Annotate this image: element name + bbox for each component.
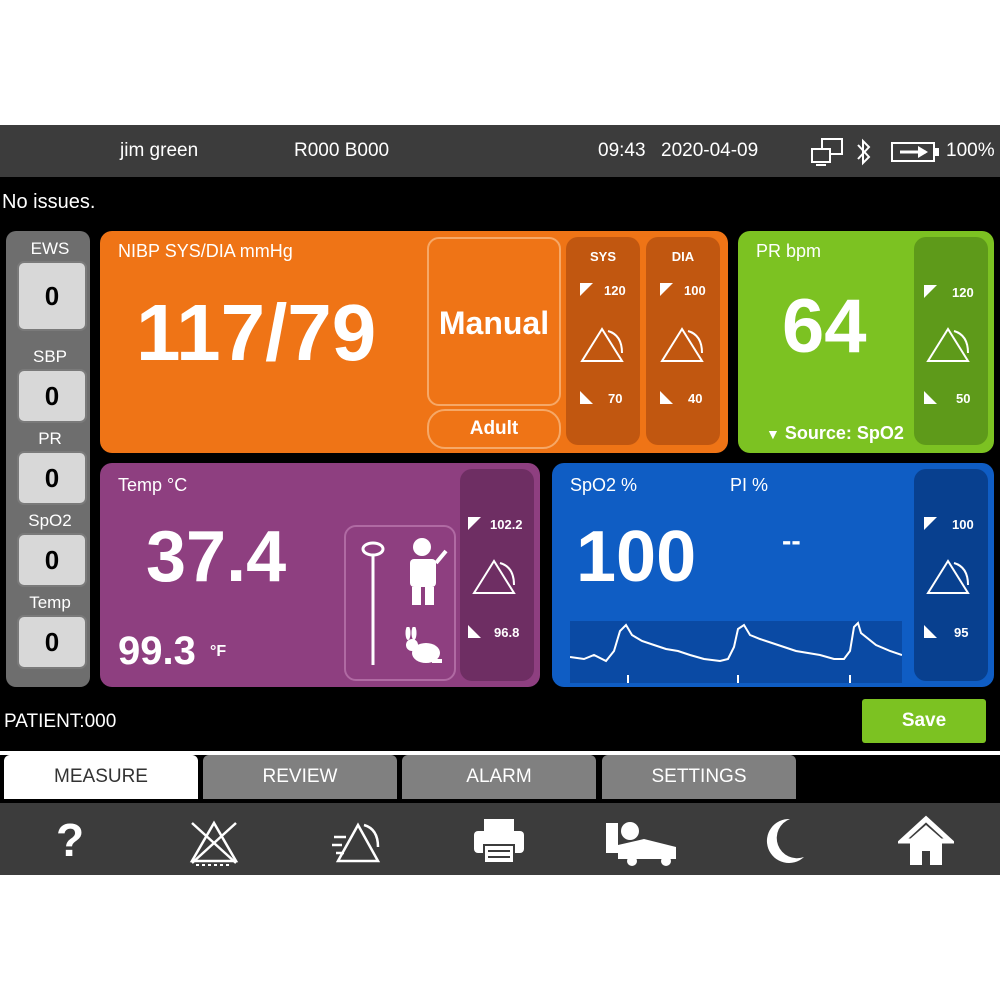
spo2-score-label: SpO2 [28,511,72,530]
nibp-value: 117/79 [136,288,377,377]
pr-score-label: PR [38,429,62,448]
low-limit-icon [580,391,593,404]
alarm-bell-icon [660,327,704,362]
dia-alarm-limits[interactable]: DIA 100 40 [646,237,720,445]
clock-date: 2020-04-09 [661,140,759,161]
night-mode-icon[interactable] [760,815,808,867]
temp-low-limit: 96.8 [494,625,520,640]
spo2-alarm-limits[interactable]: 100 95 [914,469,988,681]
low-limit-icon [468,625,481,638]
dropdown-arrow-icon: ▼ [766,426,780,442]
pr-source-selector[interactable]: ▼ Source: SpO2 [766,423,904,444]
spo2-label: SpO2 % [570,475,638,495]
sbp-score-box[interactable]: 0 [17,369,87,423]
low-limit-icon [924,625,937,638]
tab-measure[interactable]: MEASURE [4,755,198,799]
network-icon [811,138,843,166]
sbp-score-label: SBP [32,347,68,366]
spo2-score-box[interactable]: 0 [17,533,87,587]
ews-label: EWS [30,239,70,258]
pr-value: 64 [782,284,867,369]
pi-value: -- [782,525,801,556]
pi-label: PI % [730,475,769,495]
bluetooth-icon [857,138,871,166]
thermometer-probe-icon [361,541,385,665]
temp-panel[interactable]: Temp °C 37.4 99.3 °F 102.2 96.8 [100,463,540,687]
pr-source-label: Source: SpO2 [784,423,904,443]
help-icon[interactable]: ? [50,815,90,865]
high-limit-icon [468,517,481,530]
temp-alarm-limits[interactable]: 102.2 96.8 [460,469,534,681]
high-limit-icon [924,517,937,530]
temp-high-limit: 102.2 [490,517,523,532]
dia-limits-label: DIA [671,249,695,264]
patient-bed-icon[interactable] [604,815,680,867]
temp-fahrenheit-value: 99.3 [118,629,196,673]
pr-label: PR bpm [756,241,822,261]
pr-low-limit: 50 [956,391,971,406]
monitor-screen: jim green R000 B000 09:43 2020-04-09 100… [0,125,1000,875]
tab-review[interactable]: REVIEW [203,755,397,799]
pleth-waveform-area [569,621,903,683]
spo2-value: 100 [576,517,697,597]
high-limit-icon [580,283,593,296]
tab-alarm[interactable]: ALARM [402,755,596,799]
pleth-waveform [569,621,903,683]
patient-type-button[interactable]: Adult [427,409,561,449]
alarm-bell-icon [580,327,624,362]
alarm-pause-icon[interactable] [328,815,384,867]
spo2-low-limit: 95 [954,625,969,640]
low-limit-icon [660,391,673,404]
clock-time: 09:43 [598,140,646,161]
top-status-bar: jim green R000 B000 09:43 2020-04-09 100… [0,125,1000,177]
patient-id: PATIENT:000 [4,711,117,732]
quick-mode-rabbit-icon [405,627,442,663]
pr-high-limit: 120 [952,285,974,300]
user-name: jim green [120,140,199,161]
temp-mode-area[interactable] [344,525,456,681]
nibp-mode-label: Manual [438,305,550,341]
nibp-label: NIBP SYS/DIA mmHg [118,241,293,261]
ews-score-box[interactable]: 0 [17,261,87,331]
sys-limits-label: SYS [589,249,616,264]
pr-score-box[interactable]: 0 [17,451,87,505]
battery-icon [891,142,939,162]
nibp-panel[interactable]: NIBP SYS/DIA mmHg 117/79 Manual Adult SY… [100,231,728,453]
sys-alarm-limits[interactable]: SYS 120 70 [566,237,640,445]
sys-high-limit: 120 [604,283,626,298]
room-bed: R000 B000 [294,140,390,161]
high-limit-icon [924,285,937,298]
save-button[interactable]: Save [862,699,986,743]
ews-panel: EWS 0 SBP 0 PR 0 SpO2 0 Temp 0 [6,231,90,687]
status-message: No issues. [2,191,96,213]
home-icon[interactable] [898,815,954,867]
pr-panel[interactable]: PR bpm 64 ▼ Source: SpO2 120 50 [738,231,994,453]
fahrenheit-unit: °F [210,643,227,660]
spo2-panel[interactable]: SpO2 % PI % 100 -- 100 95 [552,463,994,687]
high-limit-icon [660,283,673,296]
temp-score-box[interactable]: 0 [17,615,87,669]
low-limit-icon [924,391,937,404]
battery-percent: 100% [946,140,995,161]
alarm-bell-icon [926,327,970,362]
nibp-mode-button[interactable]: Manual [427,237,561,406]
pr-alarm-limits[interactable]: 120 50 [914,237,988,445]
dia-high-limit: 100 [684,283,706,298]
sys-low-limit: 70 [608,391,623,406]
patient-measure-icon [410,538,448,605]
alarm-bell-icon [472,559,516,594]
temp-label: Temp °C [118,475,188,495]
tab-settings[interactable]: SETTINGS [602,755,796,799]
printer-icon[interactable] [472,815,526,867]
spo2-high-limit: 100 [952,517,974,532]
temp-celsius-value: 37.4 [146,517,287,597]
dia-low-limit: 40 [688,391,703,406]
alarm-off-icon[interactable] [186,815,242,867]
temp-score-label: Temp [29,593,71,612]
alarm-bell-icon [926,559,970,594]
